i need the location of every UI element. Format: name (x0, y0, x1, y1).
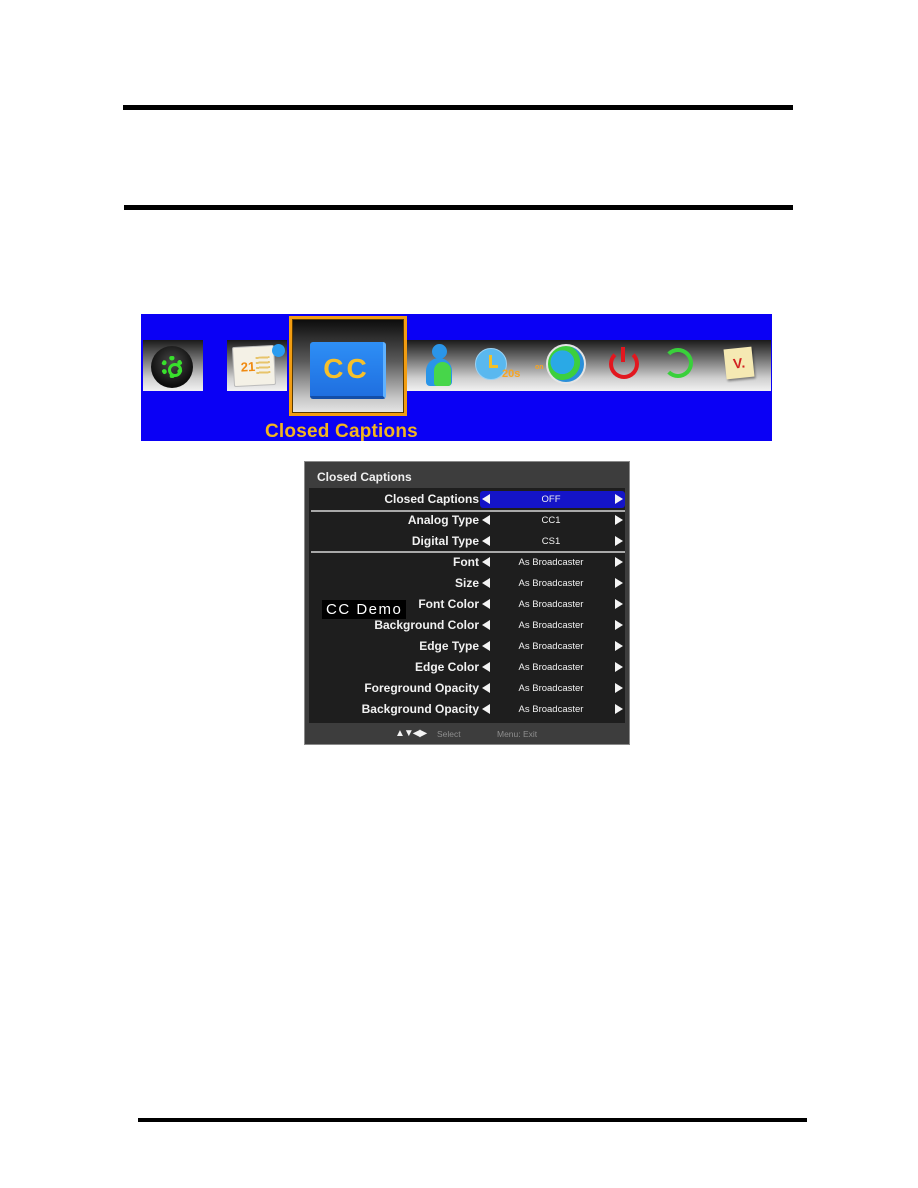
arrow-left-icon[interactable] (482, 578, 490, 588)
arrow-right-icon[interactable] (615, 599, 623, 609)
setting-row-edge-color[interactable]: Edge Color As Broadcaster (309, 659, 625, 677)
arrow-right-icon[interactable] (615, 578, 623, 588)
setting-row-digital-type[interactable]: Digital Type CS1 (309, 533, 625, 551)
arrow-left-icon[interactable] (482, 599, 490, 609)
timer-label: 20s (502, 368, 521, 380)
arrow-left-icon[interactable] (482, 515, 490, 525)
cc-demo-preview: CC Demo (322, 600, 407, 619)
version-icon[interactable]: V. (723, 346, 755, 380)
arrow-right-icon[interactable] (615, 536, 623, 546)
setting-row-size[interactable]: Size As Broadcaster (309, 575, 625, 593)
arrow-left-icon[interactable] (482, 683, 490, 693)
arrow-left-icon[interactable] (482, 557, 490, 567)
header-rule-bottom (124, 205, 793, 210)
selected-menu-label: Closed Captions (265, 421, 418, 442)
setting-value: As Broadcaster (518, 641, 584, 652)
arrow-left-icon[interactable] (482, 641, 490, 651)
setting-row-foreground-opacity[interactable]: Foreground Opacity As Broadcaster (309, 680, 625, 698)
version-text: V. (732, 354, 746, 372)
gear-icon[interactable] (151, 346, 193, 388)
tv-main-menu-bar: 21 CC 20s on V. Closed Captions (141, 314, 772, 442)
refresh-icon[interactable] (663, 348, 693, 378)
menu-strip (405, 340, 771, 391)
setting-value: CC1 (541, 515, 561, 526)
setting-label: Font Color (418, 597, 479, 611)
setting-value: As Broadcaster (518, 578, 584, 589)
divider (311, 551, 625, 553)
setting-row-background-opacity[interactable]: Background Opacity As Broadcaster (309, 701, 625, 719)
setting-value: CS1 (541, 536, 561, 547)
setting-label: Background Color (374, 618, 479, 632)
setting-row-background-color[interactable]: Background Color As Broadcaster (309, 617, 625, 635)
setting-value: As Broadcaster (518, 620, 584, 631)
setting-row-analog-type[interactable]: Analog Type CC1 (309, 512, 625, 530)
arrow-left-icon[interactable] (482, 662, 490, 672)
arrow-right-icon[interactable] (615, 494, 623, 504)
menu-exit-hint: Menu: Exit (497, 729, 538, 739)
arrow-right-icon[interactable] (615, 704, 623, 714)
arrow-left-icon[interactable] (482, 494, 490, 504)
arrow-left-icon[interactable] (482, 536, 490, 546)
arrow-right-icon[interactable] (615, 557, 623, 567)
globe-icon[interactable] (546, 344, 586, 384)
setting-row-font[interactable]: Font As Broadcaster (309, 554, 625, 572)
menu-item-closed-captions[interactable]: CC (289, 316, 407, 416)
arrow-left-icon[interactable] (482, 704, 490, 714)
header-rule-top (123, 105, 793, 110)
setting-label: Background Opacity (361, 702, 479, 716)
setting-label: Edge Type (419, 639, 479, 653)
setting-value: As Broadcaster (518, 599, 584, 610)
select-hint: Select (437, 729, 461, 739)
cc-icon-text: CC (323, 353, 370, 384)
settings-list: Closed Captions OFF Analog Type CC1 Digi… (309, 488, 625, 723)
setting-value: As Broadcaster (518, 704, 584, 715)
setting-value: As Broadcaster (518, 557, 584, 568)
setting-value: As Broadcaster (518, 662, 584, 673)
user-icon[interactable] (426, 344, 452, 388)
setting-label: Foreground Opacity (364, 681, 479, 695)
power-icon[interactable] (609, 347, 639, 379)
setting-label: Closed Captions (384, 492, 479, 506)
arrow-right-icon[interactable] (615, 620, 623, 630)
arrow-left-icon[interactable] (482, 620, 490, 630)
setting-label: Edge Color (414, 660, 479, 674)
arrow-right-icon[interactable] (615, 515, 623, 525)
panel-title: Closed Captions (317, 470, 412, 484)
calendar-icon[interactable]: 21 (231, 344, 277, 388)
calendar-day: 21 (240, 358, 256, 375)
arrow-right-icon[interactable] (615, 683, 623, 693)
navigation-keys-icon: ▲▼◀▶ (395, 728, 427, 739)
setting-value: As Broadcaster (518, 683, 584, 694)
setting-row-edge-type[interactable]: Edge Type As Broadcaster (309, 638, 625, 656)
clock-badge-icon (272, 344, 285, 357)
footer-rule (138, 1118, 807, 1122)
setting-value: OFF (541, 494, 561, 505)
arrow-right-icon[interactable] (615, 641, 623, 651)
setting-row-closed-captions[interactable]: Closed Captions OFF (309, 491, 625, 509)
setting-label: Digital Type (411, 534, 479, 548)
panel-footer-hints: ▲▼◀▶ Select Menu: Exit (309, 726, 625, 742)
cc-icon: CC (310, 342, 386, 399)
arrow-right-icon[interactable] (615, 662, 623, 672)
setting-label: Size (454, 576, 479, 590)
setting-label: Font (453, 555, 479, 569)
setting-label: Analog Type (407, 513, 479, 527)
timer-sub-label: on (535, 364, 544, 371)
closed-captions-panel: Closed Captions Closed Captions OFF Anal… (304, 461, 630, 745)
